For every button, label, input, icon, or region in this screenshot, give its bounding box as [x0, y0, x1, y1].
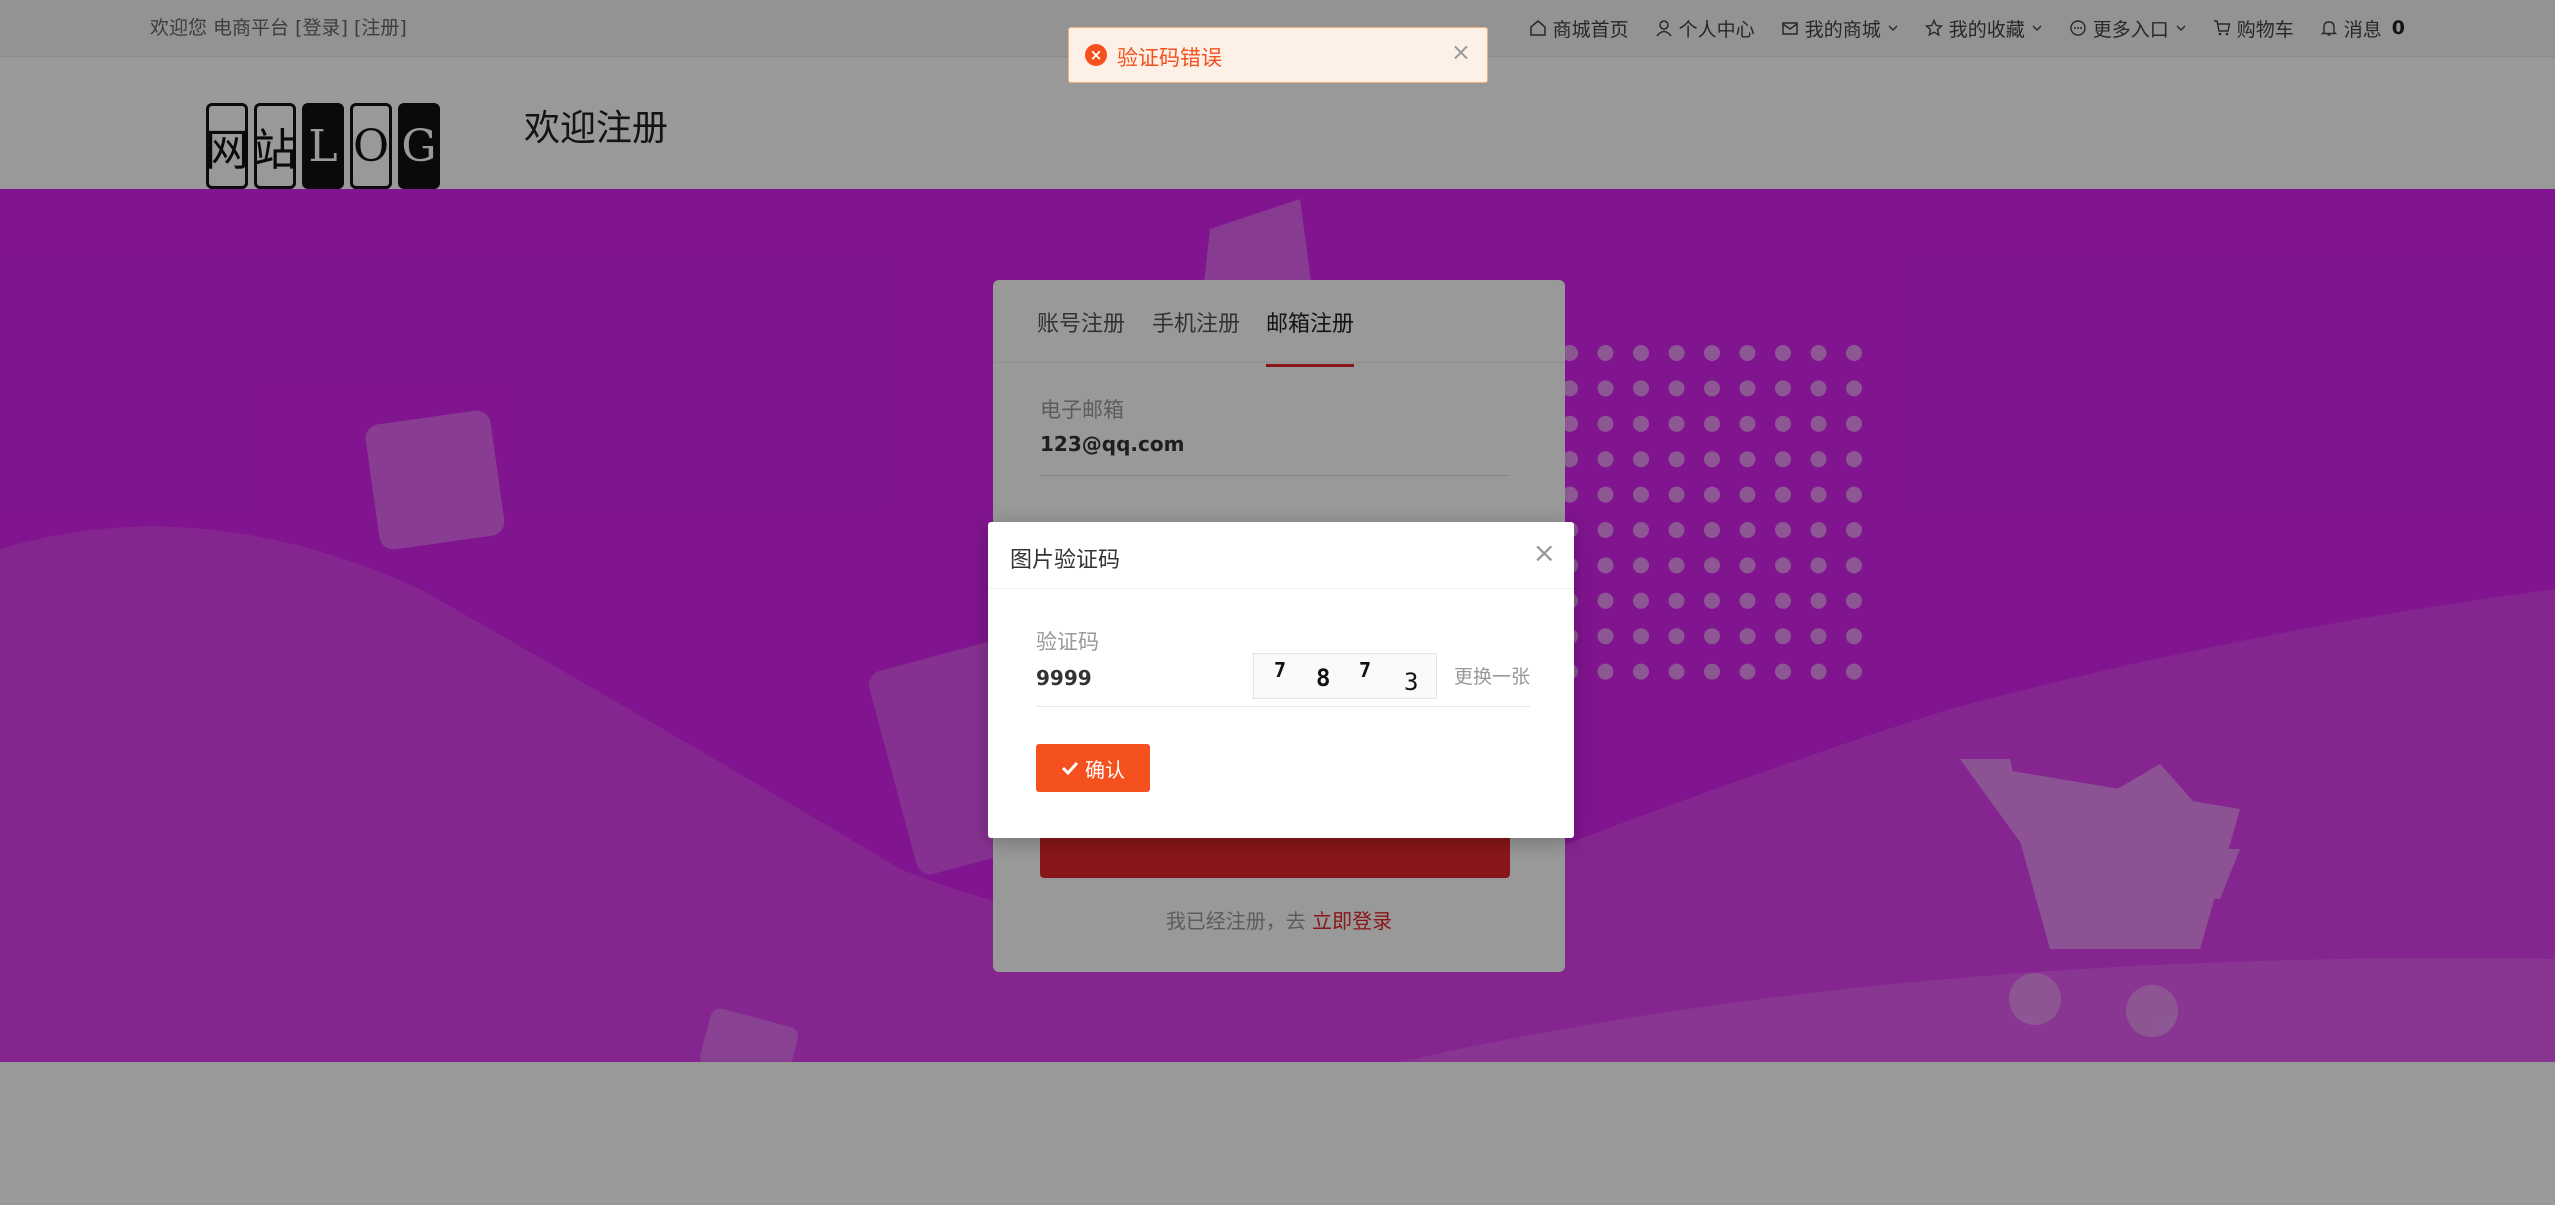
- error-icon: ×: [1085, 44, 1107, 66]
- captcha-label: 验证码: [1036, 630, 1099, 654]
- confirm-button[interactable]: 确认: [1036, 744, 1150, 792]
- dialog-header: 图片验证码 ×: [988, 522, 1574, 589]
- captcha-input[interactable]: 9999: [1036, 666, 1092, 690]
- toast-message: 验证码错误: [1117, 46, 1222, 70]
- dialog-title: 图片验证码: [1010, 548, 1121, 573]
- captcha-char: 8: [1316, 664, 1331, 692]
- check-icon: [1061, 761, 1079, 776]
- divider: [1036, 706, 1530, 707]
- captcha-dialog: 图片验证码 × 验证码 9999 7 8 7 3 更换一张 确认: [988, 522, 1574, 838]
- captcha-image[interactable]: 7 8 7 3: [1253, 653, 1437, 699]
- captcha-char: 3: [1404, 668, 1419, 696]
- refresh-captcha-link[interactable]: 更换一张: [1454, 662, 1530, 689]
- error-toast: × 验证码错误 ×: [1068, 27, 1488, 83]
- close-icon[interactable]: ×: [1451, 38, 1471, 66]
- captcha-char: 7: [1359, 658, 1372, 682]
- close-icon[interactable]: ×: [1533, 536, 1556, 569]
- captcha-char: 7: [1274, 658, 1287, 682]
- confirm-label: 确认: [1085, 757, 1125, 782]
